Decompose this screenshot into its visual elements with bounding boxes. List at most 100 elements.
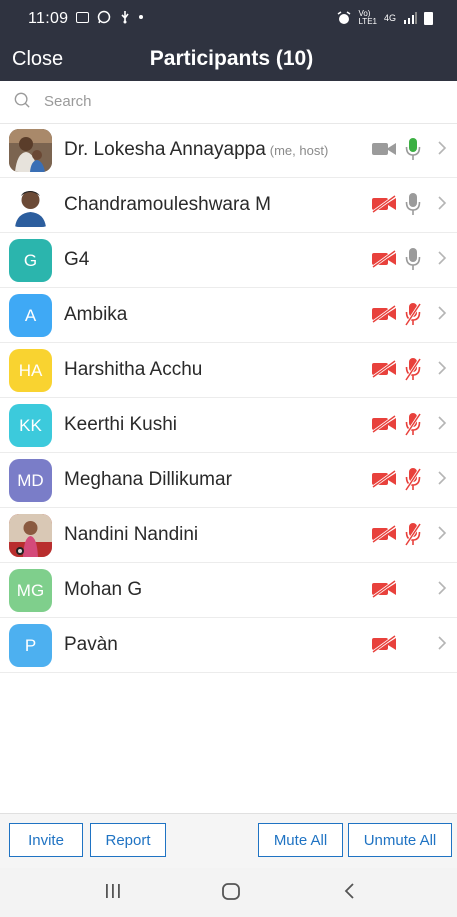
participant-row[interactable]: HA Harshitha Acchu <box>0 343 457 398</box>
video-camera-off-icon <box>371 249 397 273</box>
search-bar <box>0 81 457 124</box>
participants-header: Close Participants (10) <box>0 38 457 81</box>
participant-role-tag: (me, host) <box>269 143 329 158</box>
video-camera-off-icon <box>371 524 397 548</box>
participant-status-icons <box>371 412 422 441</box>
participant-name-text: Pavàn <box>64 634 118 655</box>
chevron-right-icon <box>438 636 447 650</box>
participant-name: Mohan G <box>64 579 142 601</box>
participant-name-text: Dr. Lokesha Annayappa <box>64 139 266 160</box>
video-camera-off-icon <box>371 469 397 493</box>
microphone-off-icon <box>404 357 422 386</box>
action-bar: Invite Report Mute All Unmute All <box>0 813 457 869</box>
back-icon[interactable] <box>342 880 358 902</box>
participant-status-icons <box>371 357 422 386</box>
microphone-off-icon <box>404 467 422 496</box>
participant-status-icons <box>371 579 421 603</box>
avatar-initials: A <box>24 306 37 325</box>
status-system-icons: Vo) LTE1 4G <box>337 10 433 26</box>
participant-name: Ambika <box>64 304 127 326</box>
avatar: KK <box>9 404 52 447</box>
unmute-all-button[interactable]: Unmute All <box>348 823 452 857</box>
participant-row[interactable]: P Pavàn <box>0 618 457 673</box>
participant-row[interactable]: Dr. Lokesha Annayappa (me, host) <box>0 123 457 178</box>
participant-name: Pavàn <box>64 634 118 656</box>
avatar: A <box>9 294 52 337</box>
dot-icon <box>139 15 143 19</box>
participant-row[interactable]: Nandini Nandini <box>0 508 457 563</box>
participant-row[interactable]: Chandramouleshwara M <box>0 178 457 233</box>
search-icon <box>14 92 30 108</box>
participant-name: Nandini Nandini <box>64 524 198 546</box>
avatar: G <box>9 239 52 282</box>
participant-row[interactable]: KK Keerthi Kushi <box>0 398 457 453</box>
participant-name: Harshitha Acchu <box>64 359 202 381</box>
avatar <box>9 184 52 227</box>
chevron-right-icon <box>438 306 447 320</box>
recent-apps-icon[interactable] <box>104 880 122 902</box>
participant-status-icons <box>371 247 421 276</box>
battery-icon <box>424 11 433 25</box>
participant-name-text: Meghana Dillikumar <box>64 469 232 490</box>
participant-status-icons <box>371 192 421 221</box>
microphone-icon <box>405 137 421 166</box>
avatar-initials: G <box>23 251 38 270</box>
participant-name-text: Harshitha Acchu <box>64 359 203 380</box>
alarm-icon <box>338 11 351 24</box>
microphone-icon <box>405 192 421 221</box>
avatar: HA <box>9 349 52 392</box>
gallery-icon <box>76 11 89 23</box>
status-notification-icons <box>76 10 143 24</box>
home-icon[interactable] <box>220 880 242 902</box>
participant-row[interactable]: MD Meghana Dillikumar <box>0 453 457 508</box>
status-bar: 11:09 Vo) LTE1 4G <box>0 0 457 38</box>
participant-row[interactable]: MG Mohan G <box>0 563 457 618</box>
microphone-off-icon <box>404 412 422 441</box>
volte-icon: Vo) LTE1 <box>358 9 377 26</box>
search-input[interactable] <box>44 90 404 112</box>
network-type: 4G <box>383 13 396 23</box>
report-button[interactable]: Report <box>90 823 166 857</box>
avatar-initials: KK <box>19 416 42 435</box>
avatar <box>9 514 52 557</box>
participant-status-icons <box>371 302 422 331</box>
avatar-initials: MD <box>17 471 44 490</box>
participant-name: Chandramouleshwara M <box>64 194 271 216</box>
avatar-initials: HA <box>18 361 43 380</box>
chevron-right-icon <box>438 581 447 595</box>
video-camera-off-icon <box>371 414 397 438</box>
microphone-off-icon <box>404 302 422 331</box>
participant-name-text: Nandini Nandini <box>64 524 199 545</box>
microphone-off-icon <box>404 522 422 551</box>
invite-button[interactable]: Invite <box>9 823 83 857</box>
chevron-right-icon <box>438 471 447 485</box>
microphone-icon <box>405 247 421 276</box>
chevron-right-icon <box>438 361 447 375</box>
video-camera-off-icon <box>371 304 397 328</box>
chevron-right-icon <box>438 416 447 430</box>
avatar: P <box>9 624 52 667</box>
avatar <box>9 129 52 172</box>
video-camera-off-icon <box>371 194 397 218</box>
chevron-right-icon <box>438 526 447 540</box>
participant-status-icons <box>371 522 422 551</box>
status-time: 11:09 <box>28 10 69 27</box>
participant-row[interactable]: A Ambika <box>0 288 457 343</box>
whatsapp-icon <box>97 10 111 24</box>
participant-name: Keerthi Kushi <box>64 414 177 436</box>
avatar: MD <box>9 459 52 502</box>
participant-list: Dr. Lokesha Annayappa (me, host) Chandramo… <box>0 123 457 673</box>
avatar-initials: MG <box>16 581 45 600</box>
participant-name-text: G4 <box>64 249 90 270</box>
participant-name: Meghana Dillikumar <box>64 469 232 491</box>
signal-icon <box>404 12 417 24</box>
participant-row[interactable]: G G4 <box>0 233 457 288</box>
chevron-right-icon <box>438 141 447 155</box>
video-camera-icon <box>371 140 397 163</box>
participant-status-icons <box>371 467 422 496</box>
video-camera-off-icon <box>371 359 397 383</box>
android-nav-bar <box>0 868 457 917</box>
mute-all-button[interactable]: Mute All <box>258 823 343 857</box>
video-camera-off-icon <box>371 634 397 658</box>
page-title: Participants (10) <box>149 47 314 70</box>
